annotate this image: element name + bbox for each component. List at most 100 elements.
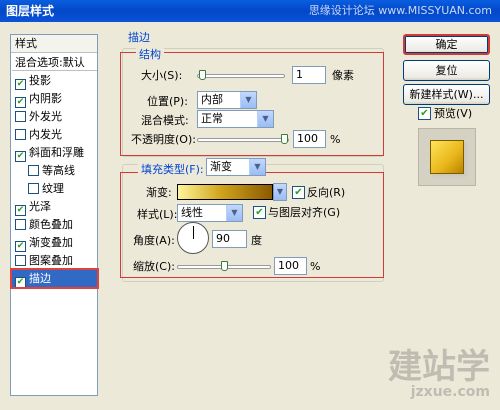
title-bar[interactable]: 图层样式 思缘设计论坛 www.MISSYUAN.com	[0, 0, 500, 22]
styles-panel-header: 样式	[11, 35, 97, 53]
window-title: 图层样式	[6, 4, 55, 18]
style-item-checkbox[interactable]	[28, 165, 39, 176]
style-item-label: 渐变叠加	[29, 236, 73, 249]
reverse-label: 反向(R)	[307, 186, 346, 199]
blend-mode-label: 混合模式:	[141, 114, 189, 127]
size-unit: 像素	[332, 69, 354, 82]
gradient-label: 渐变:	[146, 186, 172, 199]
opacity-label: 不透明度(O):	[131, 133, 196, 146]
size-input[interactable]: 1	[292, 66, 326, 84]
scale-input[interactable]: 100	[274, 257, 307, 275]
style-item[interactable]: ✔ 描边	[10, 268, 99, 289]
style-item[interactable]: 图案叠加	[12, 252, 97, 269]
angle-input[interactable]: 90	[212, 230, 247, 248]
position-select[interactable]: 内部 ▼	[197, 91, 257, 109]
size-slider[interactable]	[197, 70, 285, 80]
style-item-label: 颜色叠加	[29, 218, 73, 231]
style-item[interactable]: ✔ 投影	[12, 72, 97, 90]
style-item-label: 外发光	[29, 110, 62, 123]
position-label: 位置(P):	[147, 95, 188, 108]
scale-unit: %	[310, 260, 321, 273]
style-item-label: 光泽	[29, 200, 51, 213]
style-item-label: 斜面和浮雕	[29, 146, 84, 159]
checkmark-icon: ✔	[255, 207, 264, 218]
chevron-down-icon: ▼	[226, 205, 242, 221]
style-item-label: 等高线	[42, 164, 75, 177]
style-item-label: 投影	[29, 74, 51, 87]
fill-type-select[interactable]: 渐变 ▼	[206, 158, 266, 176]
scale-label: 缩放(C):	[133, 260, 175, 273]
checkmark-icon: ✔	[294, 187, 303, 198]
style-item[interactable]: 纹理	[12, 180, 97, 197]
gradient-style-select[interactable]: 线性 ▼	[177, 204, 243, 222]
style-item-label: 内阴影	[29, 92, 62, 105]
opacity-unit: %	[330, 133, 341, 146]
site-logo: 建站学 jzxue.com	[388, 350, 490, 400]
style-item-label: 内发光	[29, 128, 62, 141]
angle-label: 角度(A):	[133, 234, 175, 247]
gradient-style-select-value: 线性	[181, 206, 203, 219]
watermark-text: 思缘设计论坛 www.MISSYUAN.com	[308, 4, 492, 17]
chevron-down-icon: ▼	[274, 184, 286, 200]
style-item[interactable]: 颜色叠加	[12, 216, 97, 233]
style-item-label: 纹理	[42, 182, 64, 195]
style-item[interactable]: ✔ 渐变叠加	[12, 234, 97, 252]
position-select-value: 内部	[201, 93, 223, 106]
style-item[interactable]: ✔ 内阴影	[12, 90, 97, 108]
style-item-checkbox[interactable]: ✔	[15, 151, 26, 162]
structure-group-title: 结构	[136, 46, 164, 62]
size-slider-thumb[interactable]	[199, 70, 206, 80]
preview-checkbox[interactable]: ✔	[418, 107, 431, 120]
style-item-checkbox[interactable]	[15, 219, 26, 230]
align-with-layer-checkbox[interactable]: ✔	[253, 206, 266, 219]
chevron-down-icon: ▼	[249, 159, 265, 175]
style-item-checkbox[interactable]	[28, 183, 39, 194]
opacity-slider-thumb[interactable]	[281, 134, 288, 144]
style-preview-box	[418, 128, 476, 186]
stroke-section-title: 描边	[128, 31, 150, 44]
style-item-label: 描边	[29, 272, 51, 285]
style-item-label: 混合选项:默认	[15, 56, 85, 69]
style-item-checkbox[interactable]: ✔	[15, 79, 26, 90]
angle-unit: 度	[251, 234, 262, 247]
opacity-input[interactable]: 100	[293, 130, 326, 148]
style-item[interactable]: 混合选项:默认	[12, 54, 97, 71]
align-with-layer-label: 与图层对齐(G)	[268, 206, 341, 219]
blend-mode-select[interactable]: 正常 ▼	[197, 110, 274, 128]
chevron-down-icon: ▼	[240, 92, 256, 108]
scale-slider-thumb[interactable]	[221, 261, 228, 271]
style-item-checkbox[interactable]: ✔	[15, 205, 26, 216]
style-item-checkbox[interactable]	[15, 255, 26, 266]
reset-button[interactable]: 复位	[403, 60, 490, 81]
angle-needle	[193, 226, 194, 239]
style-item[interactable]: 内发光	[12, 126, 97, 143]
angle-dial[interactable]	[177, 222, 209, 254]
style-label: 样式(L):	[137, 208, 178, 221]
style-item[interactable]: 等高线	[12, 162, 97, 179]
new-style-button[interactable]: 新建样式(W)...	[403, 84, 490, 105]
gradient-dropdown[interactable]: ▼	[273, 183, 287, 201]
fill-type-select-value: 渐变	[210, 160, 232, 173]
style-item[interactable]: ✔ 斜面和浮雕	[12, 144, 97, 162]
opacity-slider[interactable]	[197, 134, 289, 144]
chevron-down-icon: ▼	[257, 111, 273, 127]
style-item[interactable]: ✔ 光泽	[12, 198, 97, 216]
scale-slider[interactable]	[177, 261, 271, 271]
style-item-checkbox[interactable]	[15, 129, 26, 140]
preview-label: 预览(V)	[434, 107, 473, 120]
size-label: 大小(S):	[141, 69, 183, 82]
checkmark-icon: ✔	[420, 108, 429, 119]
ok-button[interactable]: 确定	[403, 34, 490, 55]
style-item-checkbox[interactable]: ✔	[15, 97, 26, 108]
reverse-checkbox[interactable]: ✔	[292, 186, 305, 199]
style-preview-swatch	[430, 140, 464, 174]
style-item-checkbox[interactable]: ✔	[15, 277, 26, 288]
style-item-checkbox[interactable]: ✔	[15, 241, 26, 252]
styles-panel: 样式 混合选项:默认 ✔ 投影 ✔ 内阴影 外发光 内发光 ✔ 斜面和浮雕 等高线 纹理 ✔ 光泽 颜色叠…	[10, 34, 99, 396]
style-item-checkbox[interactable]	[15, 111, 26, 122]
style-item[interactable]: 外发光	[12, 108, 97, 125]
gradient-picker[interactable]	[177, 184, 273, 200]
fill-type-label: 填充类型(F):	[138, 161, 207, 177]
style-item-label: 图案叠加	[29, 254, 73, 267]
layer-style-dialog: 图层样式 思缘设计论坛 www.MISSYUAN.com 样式 混合选项:默认 ✔…	[0, 0, 500, 410]
